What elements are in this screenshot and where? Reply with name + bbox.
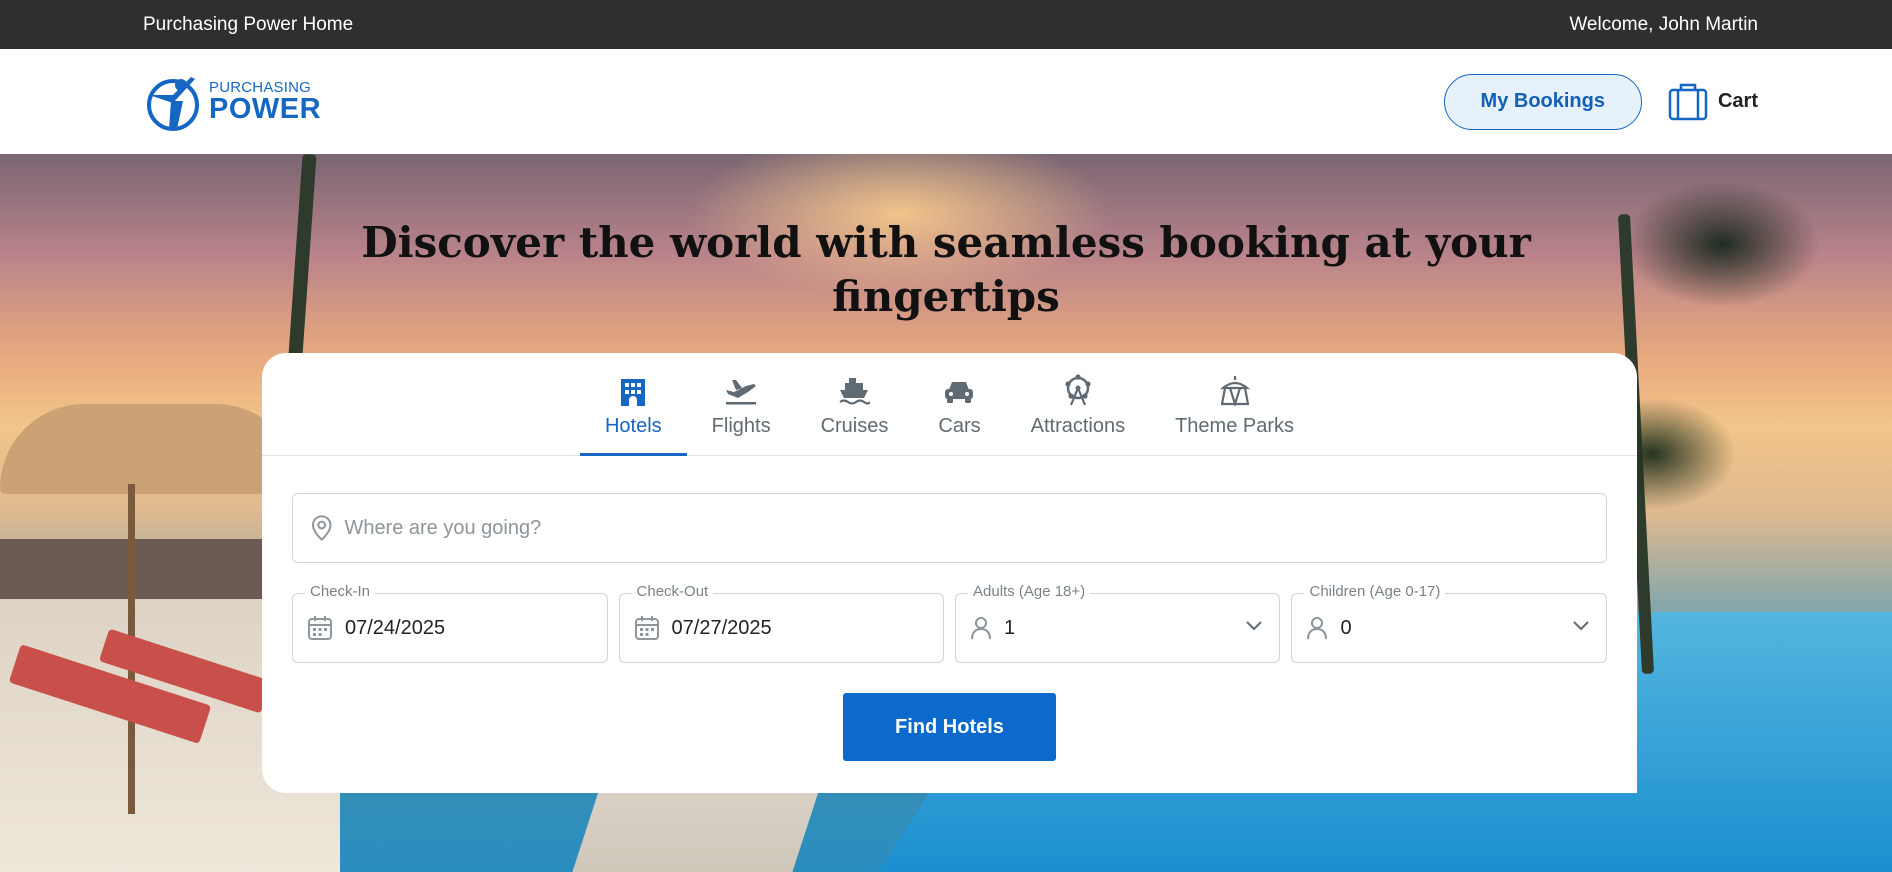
destination-input[interactable] [344, 516, 1606, 540]
hero-title: Discover the world with seamless booking… [361, 218, 1531, 321]
checkout-value: 07/27/2025 [671, 616, 772, 639]
children-label: Children (Age 0-17) [1304, 583, 1446, 600]
category-tabs: Hotels Flights Cruises Cars Attractions … [262, 353, 1637, 456]
beach-umbrella [0, 404, 300, 494]
welcome-text: Welcome, John Martin [1569, 13, 1758, 35]
checkout-label: Check-Out [631, 583, 714, 600]
cart-button[interactable]: Cart [1668, 83, 1758, 121]
tab-theme-parks[interactable]: Theme Parks [1150, 352, 1319, 455]
car-icon [945, 382, 974, 403]
location-pin-icon [311, 515, 332, 541]
children-value: 0 [1340, 616, 1352, 639]
person-icon [1307, 617, 1328, 640]
tab-cars[interactable]: Cars [913, 352, 1005, 455]
top-bar: Purchasing Power Home Welcome, John Mart… [0, 0, 1892, 49]
plane-icon [726, 380, 757, 405]
tab-flights[interactable]: Flights [687, 352, 796, 455]
hotel-icon [621, 379, 646, 406]
ship-icon [839, 378, 871, 405]
suitcase-icon [1668, 83, 1708, 120]
chevron-down-icon [1573, 621, 1589, 631]
tab-attractions[interactable]: Attractions [1006, 352, 1150, 455]
checkout-field[interactable]: Check-Out 07/27/2025 [618, 583, 944, 663]
checkin-value: 07/24/2025 [345, 616, 446, 639]
adults-label: Adults (Age 18+) [968, 583, 1091, 600]
tab-cruises[interactable]: Cruises [796, 352, 914, 455]
cart-label: Cart [1717, 90, 1758, 112]
find-hotels-button[interactable]: Find Hotels [843, 693, 1056, 761]
hero-banner: Discover the world with seamless booking… [0, 154, 1892, 872]
ferris-wheel-icon [1065, 374, 1091, 406]
overwater-huts [0, 539, 280, 599]
search-card: Hotels Flights Cruises Cars Attractions … [262, 353, 1637, 793]
my-bookings-button[interactable]: My Bookings [1443, 73, 1642, 130]
calendar-icon [634, 616, 659, 640]
destination-field[interactable] [292, 493, 1607, 563]
checkin-field[interactable]: Check-In 07/24/2025 [292, 583, 608, 663]
adults-select[interactable]: Adults (Age 18+) 1 [955, 583, 1281, 663]
tent-icon [1219, 376, 1250, 406]
logo-figure-icon [147, 76, 199, 131]
home-link[interactable]: Purchasing Power Home [143, 14, 353, 36]
checkin-label: Check-In [305, 583, 376, 600]
header: PURCHASING POWER My Bookings Cart [0, 49, 1892, 154]
logo-big-text: POWER [209, 92, 322, 125]
chevron-down-icon [1246, 621, 1263, 631]
adults-value: 1 [1004, 616, 1016, 639]
hotel-search-form: Check-In 07/24/2025 Check-Out [262, 456, 1637, 761]
children-select[interactable]: Children (Age 0-17) 0 [1291, 583, 1607, 663]
tab-hotels[interactable]: Hotels [579, 352, 687, 456]
logo[interactable]: PURCHASING POWER [143, 73, 321, 131]
person-icon [971, 617, 991, 640]
calendar-icon [308, 616, 332, 640]
